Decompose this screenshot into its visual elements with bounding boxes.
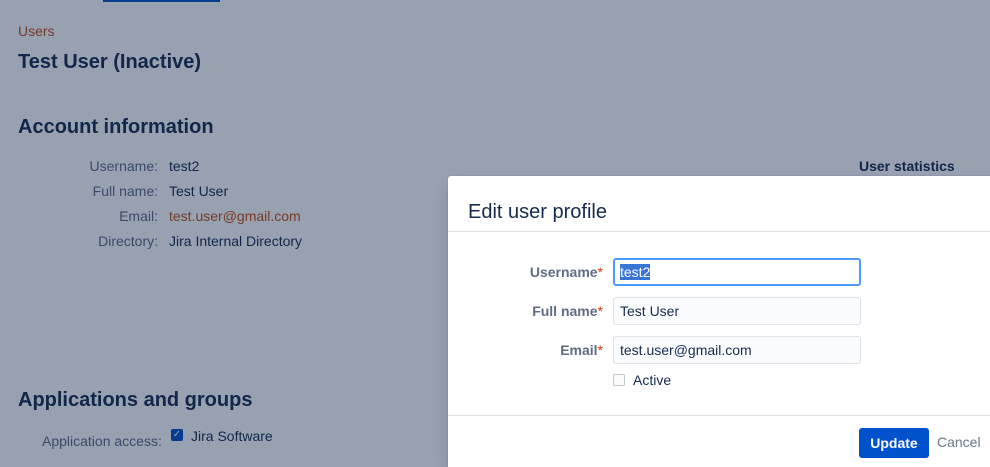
username-form-row: Username* test2 xyxy=(448,258,990,286)
dialog-header: Edit user profile xyxy=(448,176,990,232)
active-checkbox[interactable] xyxy=(613,374,625,386)
email-form-row: Email* test.user@gmail.com xyxy=(448,336,990,364)
username-input-value: test2 xyxy=(620,264,651,280)
update-button[interactable]: Update xyxy=(859,428,929,458)
username-field-label: Username* xyxy=(529,264,603,280)
email-input[interactable]: test.user@gmail.com xyxy=(613,336,861,364)
fullname-form-row: Full name* Test User xyxy=(448,297,990,325)
username-input[interactable]: test2 xyxy=(613,258,861,286)
email-field-label: Email* xyxy=(560,342,603,358)
dialog-title: Edit user profile xyxy=(468,201,607,223)
fullname-field-label: Full name* xyxy=(532,303,603,319)
required-marker: * xyxy=(597,264,603,280)
dialog-footer: Update Cancel xyxy=(448,415,990,467)
required-marker: * xyxy=(597,342,603,358)
fullname-input[interactable]: Test User xyxy=(613,297,861,325)
cancel-link[interactable]: Cancel xyxy=(937,434,981,450)
required-marker: * xyxy=(597,303,603,319)
edit-user-profile-dialog: Edit user profile Username* test2 Full n… xyxy=(448,176,990,467)
active-label[interactable]: Active xyxy=(633,372,671,388)
